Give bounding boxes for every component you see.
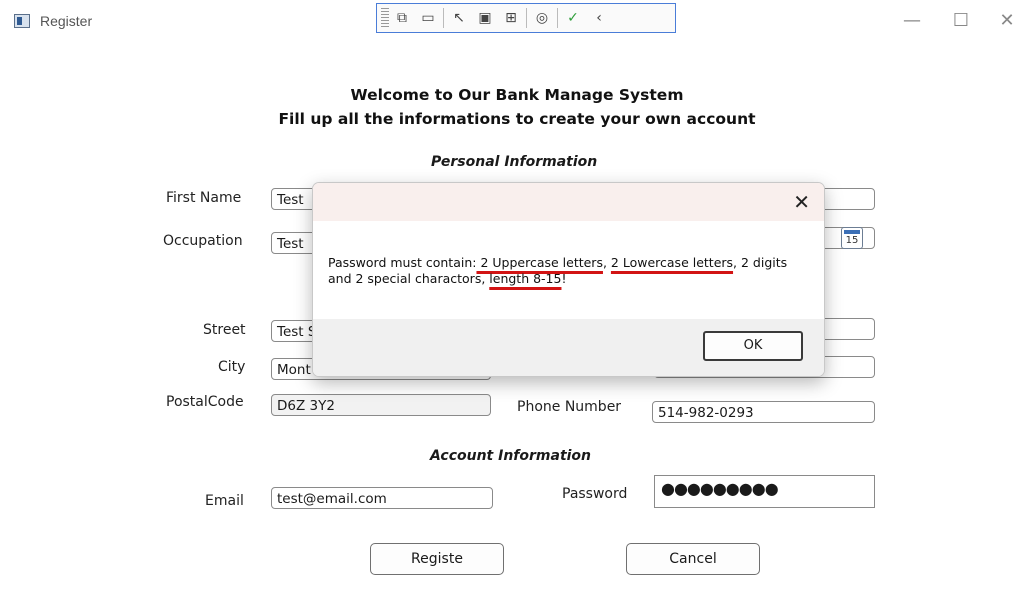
dialog-footer: OK — [313, 319, 824, 376]
city-label: City — [218, 359, 246, 375]
title-bar: Register ⧉ ▭ ↖ ▣ ⊞ ◎ ✓ ‹ — ☐ ✕ — [0, 0, 1034, 46]
display-layout-icon[interactable]: ⊞ — [498, 7, 524, 29]
dialog-title-bar: ✕ — [313, 183, 824, 221]
collapse-icon[interactable]: ‹ — [586, 7, 612, 29]
dialog-close-icon[interactable]: ✕ — [793, 190, 810, 214]
toolbar-grip[interactable] — [381, 8, 389, 28]
postal-code-label: PostalCode — [166, 394, 244, 410]
phone-number-field[interactable]: 514-982-0293 — [652, 401, 875, 423]
track-focus-icon[interactable]: ◎ — [529, 7, 555, 29]
minimize-button[interactable]: — — [897, 10, 927, 31]
debug-toolbar: ⧉ ▭ ↖ ▣ ⊞ ◎ ✓ ‹ — [376, 3, 676, 33]
email-label: Email — [205, 493, 244, 509]
register-button[interactable]: Registe — [370, 543, 504, 575]
pointer-icon[interactable]: ↖ — [446, 7, 472, 29]
personal-info-title: Personal Information — [431, 154, 598, 170]
password-field[interactable]: ●●●●●●●●● — [654, 475, 875, 508]
highlight-uppercase: 2 Uppercase letters — [476, 255, 603, 270]
cancel-button[interactable]: Cancel — [626, 543, 760, 575]
ok-button[interactable]: OK — [703, 331, 803, 361]
highlight-lowercase: 2 Lowercase letters — [610, 255, 734, 270]
maximize-button[interactable]: ☐ — [946, 10, 976, 31]
window-title: Register — [40, 13, 93, 29]
frame-icon[interactable]: ▣ — [472, 7, 498, 29]
app-icon — [14, 14, 30, 28]
highlight-length: length 8-15 — [489, 271, 562, 286]
account-info-title: Account Information — [430, 448, 592, 464]
video-icon[interactable]: ▭ — [415, 7, 441, 29]
dialog-message: Password must contain: 2 Uppercase lette… — [328, 255, 788, 286]
street-label: Street — [203, 322, 246, 338]
select-element-icon[interactable]: ⧉ — [389, 7, 415, 29]
instructions-heading: Fill up all the informations to create y… — [278, 110, 756, 128]
close-button[interactable]: ✕ — [992, 10, 1022, 31]
first-name-label: First Name — [166, 190, 242, 206]
password-error-dialog: ✕ Password must contain: 2 Uppercase let… — [312, 182, 825, 377]
calendar-icon[interactable]: 15 — [841, 227, 863, 249]
password-label: Password — [562, 486, 628, 502]
occupation-label: Occupation — [163, 233, 243, 249]
check-icon[interactable]: ✓ — [560, 7, 586, 29]
phone-number-label: Phone Number — [517, 399, 622, 415]
postal-code-field[interactable]: D6Z 3Y2 — [271, 394, 491, 416]
welcome-heading: Welcome to Our Bank Manage System — [350, 86, 684, 104]
email-field[interactable]: test@email.com — [271, 487, 493, 509]
